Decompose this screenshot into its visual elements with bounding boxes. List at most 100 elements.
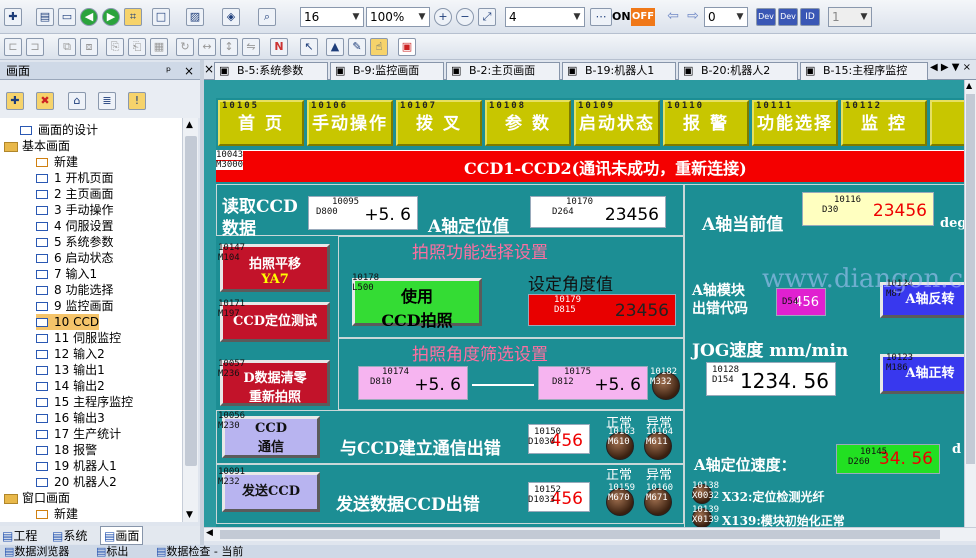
pin-icon[interactable]: ᵖ	[166, 62, 171, 80]
tree-item[interactable]: 17 生产统计	[36, 426, 121, 442]
edit-point-icon[interactable]: ✎	[348, 38, 366, 56]
tree-item[interactable]: 基本画面	[4, 138, 70, 154]
screen-select-icon[interactable]: ⌗	[124, 8, 142, 26]
nav-button[interactable]: 手动操作 10106	[307, 100, 393, 146]
tree-item[interactable]: 8 功能选择	[36, 282, 113, 298]
preview-icon[interactable]: ▣	[398, 38, 416, 56]
id-icon[interactable]: ID	[800, 8, 820, 26]
zoom-window-icon[interactable]: ⌕	[258, 8, 276, 26]
zoom-out-icon[interactable]: −	[456, 8, 474, 26]
tab-project[interactable]: ▤工程	[2, 527, 37, 544]
scroll-thumb[interactable]	[185, 136, 197, 466]
tree-item[interactable]: 19 机器人1	[36, 458, 117, 474]
tree-item[interactable]: 11 伺服监控	[36, 330, 121, 346]
next-frame-icon[interactable]: ⇨	[684, 8, 702, 26]
nav-button[interactable]: 报 警 10110	[663, 100, 749, 146]
hscroll-left-icon[interactable]: ◀	[206, 528, 213, 538]
doc-tab[interactable]: ▣ B-15:主程序监控	[800, 62, 928, 80]
window-icon[interactable]: ▭	[58, 8, 76, 26]
tree-item[interactable]: 10 CCD	[36, 314, 100, 330]
tree-item[interactable]: 3 手动操作	[36, 202, 113, 218]
doc-tab[interactable]: ▣ B-20:机器人2	[678, 62, 798, 80]
font-size-select[interactable]: 16 ▼	[300, 7, 364, 27]
status-tab-output[interactable]: ▤标出	[96, 545, 128, 558]
tab-screen[interactable]: ▤画面	[100, 526, 144, 545]
nav-button[interactable]: 主	[930, 100, 964, 146]
align-left-icon[interactable]: ⊏	[4, 38, 22, 56]
tree-item[interactable]: 18 报警	[36, 442, 97, 458]
delete-screen-icon[interactable]: ✖	[36, 92, 54, 110]
stack-icon[interactable]: ▦	[150, 38, 168, 56]
zoom-in-icon[interactable]: +	[434, 8, 452, 26]
doc-tab[interactable]: ▣ B-19:机器人1	[562, 62, 676, 80]
tree-item[interactable]: 窗口画面	[4, 490, 70, 506]
ungroup-icon[interactable]: ⧈	[80, 38, 98, 56]
move-up-icon[interactable]: ▲	[326, 38, 344, 56]
nav-button[interactable]: 参 数 10108	[485, 100, 571, 146]
flip-h-icon[interactable]: ↔	[198, 38, 216, 56]
frame-select[interactable]: 0 ▼	[704, 7, 748, 27]
copy-icon[interactable]: ⎘	[106, 38, 124, 56]
group-icon[interactable]: ⧉	[58, 38, 76, 56]
canvas-hscroll[interactable]: ◀	[204, 527, 976, 541]
canvas-vscroll[interactable]: ▲	[964, 80, 976, 527]
fill-color-icon[interactable]: ◈	[222, 8, 240, 26]
forward-arrow-icon[interactable]: ▶	[102, 8, 120, 26]
tree-item[interactable]: 13 输出1	[36, 362, 105, 378]
tree-item[interactable]: 12 输入2	[36, 346, 105, 362]
select-arrow-icon[interactable]: ↖	[300, 38, 318, 56]
flip-v-icon[interactable]: ↕	[220, 38, 238, 56]
tree-item[interactable]: 画面的设计	[20, 122, 98, 138]
tree-item[interactable]: 20 机器人2	[36, 474, 117, 490]
nav-button[interactable]: 拨 叉 10107	[396, 100, 482, 146]
tree-item[interactable]: 2 主页画面	[36, 186, 113, 202]
tree-scrollbar[interactable]: ▲ ▼	[182, 118, 198, 522]
back-arrow-icon[interactable]: ◀	[80, 8, 98, 26]
tree-item[interactable]: 15 主程序监控	[36, 394, 133, 410]
zoom-select[interactable]: 100% ▼	[366, 7, 430, 27]
doc-tab[interactable]: ▣ B-9:监控画面	[330, 62, 444, 80]
nav-button[interactable]: 首 页 10105	[218, 100, 304, 146]
tree-item[interactable]: 新建	[36, 506, 78, 522]
tree-item[interactable]: 5 系统参数	[36, 234, 113, 250]
tree-item[interactable]: 6 启动状态	[36, 250, 113, 266]
nav-button[interactable]: 启动状态 10109	[574, 100, 660, 146]
tree-item[interactable]: 新建	[36, 154, 78, 170]
open-icon[interactable]: ▤	[36, 8, 54, 26]
new-screen-icon[interactable]: ✚	[6, 92, 24, 110]
tree-item[interactable]: 14 输出2	[36, 378, 105, 394]
nav-button[interactable]: 功能选择 10111	[752, 100, 838, 146]
toggle-off-button[interactable]: OFF	[631, 8, 655, 26]
tree-item[interactable]: 9 监控画面	[36, 298, 113, 314]
line-style-icon[interactable]: ⋯	[590, 8, 612, 26]
status-tab-data-browser[interactable]: ▤数据浏览器	[4, 545, 69, 558]
doc-tab[interactable]: ▣ B-2:主页画面	[446, 62, 560, 80]
new-file-icon[interactable]: ✚	[4, 8, 22, 26]
id-combo[interactable]: 1 ▼	[828, 7, 872, 27]
paste-icon[interactable]: ⎗	[128, 38, 146, 56]
screen-props-icon[interactable]: ⌂	[68, 92, 86, 110]
pattern-fill-icon[interactable]: ▨	[186, 8, 204, 26]
tree-item[interactable]: 16 输出3	[36, 410, 105, 426]
device-icon-1[interactable]: Dev	[756, 8, 776, 26]
prev-frame-icon[interactable]: ⇦	[664, 8, 682, 26]
vscroll-thumb[interactable]	[966, 94, 975, 464]
toggle-on-label[interactable]: ON	[612, 10, 631, 23]
rotate-icon[interactable]: ↻	[176, 38, 194, 56]
list-icon[interactable]: ≣	[98, 92, 116, 110]
tree-item[interactable]: 7 输入1	[36, 266, 97, 282]
status-tab-data-check[interactable]: ▤数据检查 - 当前	[156, 545, 243, 558]
doc-tab[interactable]: ▣ B-5:系统参数	[214, 62, 328, 80]
rectangle-tool-icon[interactable]: □	[152, 8, 170, 26]
close-icon[interactable]: ×	[184, 62, 194, 80]
line-width-select[interactable]: 4 ▼	[505, 7, 585, 27]
tree-item[interactable]: 4 伺服设置	[36, 218, 113, 234]
scroll-up-icon[interactable]: ▲	[186, 120, 193, 130]
warning-icon[interactable]: !	[128, 92, 146, 110]
scroll-down-icon[interactable]: ▼	[186, 510, 193, 520]
align-right-icon[interactable]: ⊐	[26, 38, 44, 56]
close-doc-icon[interactable]: ×	[204, 62, 214, 76]
tab-scroll-controls[interactable]: ◀ ▶ ▼ ×	[930, 62, 971, 73]
polyline-icon[interactable]: N	[270, 38, 288, 56]
mirror-icon[interactable]: ⇋	[242, 38, 260, 56]
